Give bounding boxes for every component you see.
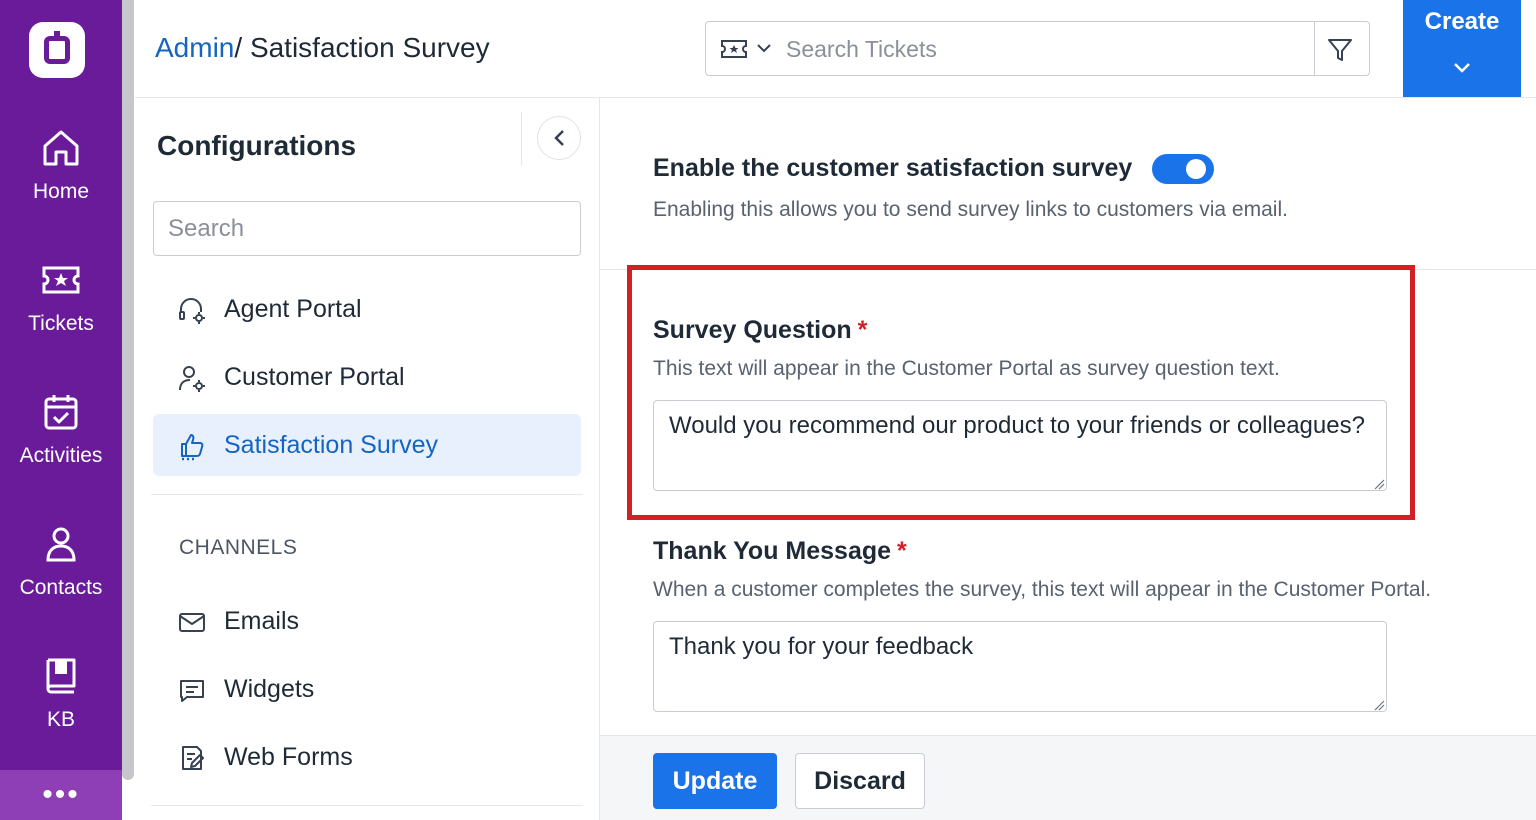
rail-scrollbar-thumb[interactable] <box>122 0 134 780</box>
config-item-customer-portal[interactable]: Customer Portal <box>153 346 581 408</box>
survey-question-textarea[interactable]: Would you recommend our product to your … <box>653 400 1387 491</box>
chevron-down-icon <box>1452 54 1472 73</box>
user-icon <box>39 522 83 566</box>
rail-scrollbar[interactable] <box>122 0 135 820</box>
resize-handle-icon[interactable] <box>1373 477 1385 490</box>
channels-section-label: CHANNELS <box>179 536 298 559</box>
left-nav-rail: Home Tickets Activities Contacts KB ••• <box>0 0 122 820</box>
mail-icon <box>177 607 207 637</box>
config-item-emails[interactable]: Emails <box>153 590 581 652</box>
configurations-title: Configurations <box>157 130 357 161</box>
nav-kb-label: KB <box>46 708 75 731</box>
nav-kb[interactable]: KB <box>0 654 122 732</box>
discard-button[interactable]: Discard <box>795 753 925 809</box>
resize-handle-icon[interactable] <box>1373 698 1385 711</box>
calendar-check-icon <box>39 390 83 434</box>
required-marker: * <box>897 537 907 565</box>
app-logo[interactable] <box>29 22 85 78</box>
breadcrumb-current: Satisfaction Survey <box>249 32 490 63</box>
config-divider <box>151 805 583 806</box>
required-marker: * <box>857 316 868 344</box>
config-item-label: Widgets <box>224 675 315 703</box>
breadcrumb-admin-link[interactable]: Admin <box>155 32 234 63</box>
nav-activities-label: Activities <box>19 444 103 467</box>
nav-home-label: Home <box>32 180 90 203</box>
nav-contacts-label: Contacts <box>19 576 103 599</box>
nav-home[interactable]: Home <box>0 126 122 204</box>
thumbs-up-icon <box>177 431 207 461</box>
thank-you-description: When a customer completes the survey, th… <box>653 578 1432 601</box>
survey-settings-main: Enable the customer satisfaction survey … <box>600 98 1536 820</box>
enable-survey-title: Enable the customer satisfaction survey <box>653 154 1133 182</box>
collapse-panel-button[interactable] <box>537 116 581 160</box>
breadcrumb: Admin/ Satisfaction Survey <box>155 32 490 64</box>
survey-question-description: This text will appear in the Customer Po… <box>653 357 1280 380</box>
chevron-left-icon <box>554 130 564 146</box>
logo-mark-icon <box>44 31 70 64</box>
form-icon <box>177 743 207 773</box>
more-dots-icon: ••• <box>42 778 80 811</box>
config-item-agent-portal[interactable]: Agent Portal <box>153 278 581 340</box>
config-item-label: Satisfaction Survey <box>224 431 438 459</box>
home-icon <box>39 126 83 170</box>
book-icon <box>39 654 83 698</box>
nav-more-button[interactable]: ••• <box>0 770 122 820</box>
create-button[interactable]: Create <box>1403 0 1521 97</box>
nav-contacts[interactable]: Contacts <box>0 522 122 600</box>
config-item-web-forms[interactable]: Web Forms <box>153 726 581 788</box>
ticket-search-input[interactable] <box>786 30 1306 68</box>
nav-tickets-label: Tickets <box>28 312 94 335</box>
filter-icon[interactable] <box>1326 36 1354 64</box>
search-type-dropdown[interactable] <box>720 36 784 62</box>
config-header-divider <box>521 112 522 166</box>
config-item-label: Agent Portal <box>224 295 362 323</box>
config-item-widgets[interactable]: Widgets <box>153 658 581 720</box>
thank-you-label: Thank You Message <box>653 537 892 565</box>
ticket-search-bar <box>705 21 1370 76</box>
update-button[interactable]: Update <box>653 753 777 809</box>
survey-question-title: Survey Question * <box>653 316 867 345</box>
breadcrumb-separator: / <box>234 32 250 63</box>
survey-question-label: Survey Question <box>653 316 852 344</box>
config-item-satisfaction-survey[interactable]: Satisfaction Survey <box>153 414 581 476</box>
enable-survey-toggle[interactable] <box>1152 154 1214 184</box>
config-divider <box>151 494 583 495</box>
config-item-label: Emails <box>224 607 300 635</box>
top-header: Admin/ Satisfaction Survey Create <box>135 0 1536 98</box>
config-item-label: Customer Portal <box>224 363 405 391</box>
chat-icon <box>177 675 207 705</box>
thank-you-textarea[interactable]: Thank you for your feedback <box>653 621 1387 712</box>
app-root: Home Tickets Activities Contacts KB ••• … <box>0 0 1536 820</box>
nav-tickets[interactable]: Tickets <box>0 258 122 336</box>
headset-gear-icon <box>177 295 207 325</box>
ticket-icon <box>39 258 83 302</box>
thank-you-title: Thank You Message * <box>653 537 907 566</box>
enable-survey-description: Enabling this allows you to send survey … <box>653 198 1288 221</box>
config-search-input[interactable] <box>153 201 581 256</box>
nav-activities[interactable]: Activities <box>0 390 122 468</box>
config-item-label: Web Forms <box>224 743 353 771</box>
user-gear-icon <box>177 363 207 393</box>
search-divider <box>1314 22 1315 75</box>
create-button-label: Create <box>1424 8 1500 35</box>
form-footer: Update Discard <box>600 735 1536 820</box>
configurations-panel: Configurations Agent Portal Customer Por… <box>135 98 600 820</box>
toggle-knob <box>1186 159 1206 179</box>
